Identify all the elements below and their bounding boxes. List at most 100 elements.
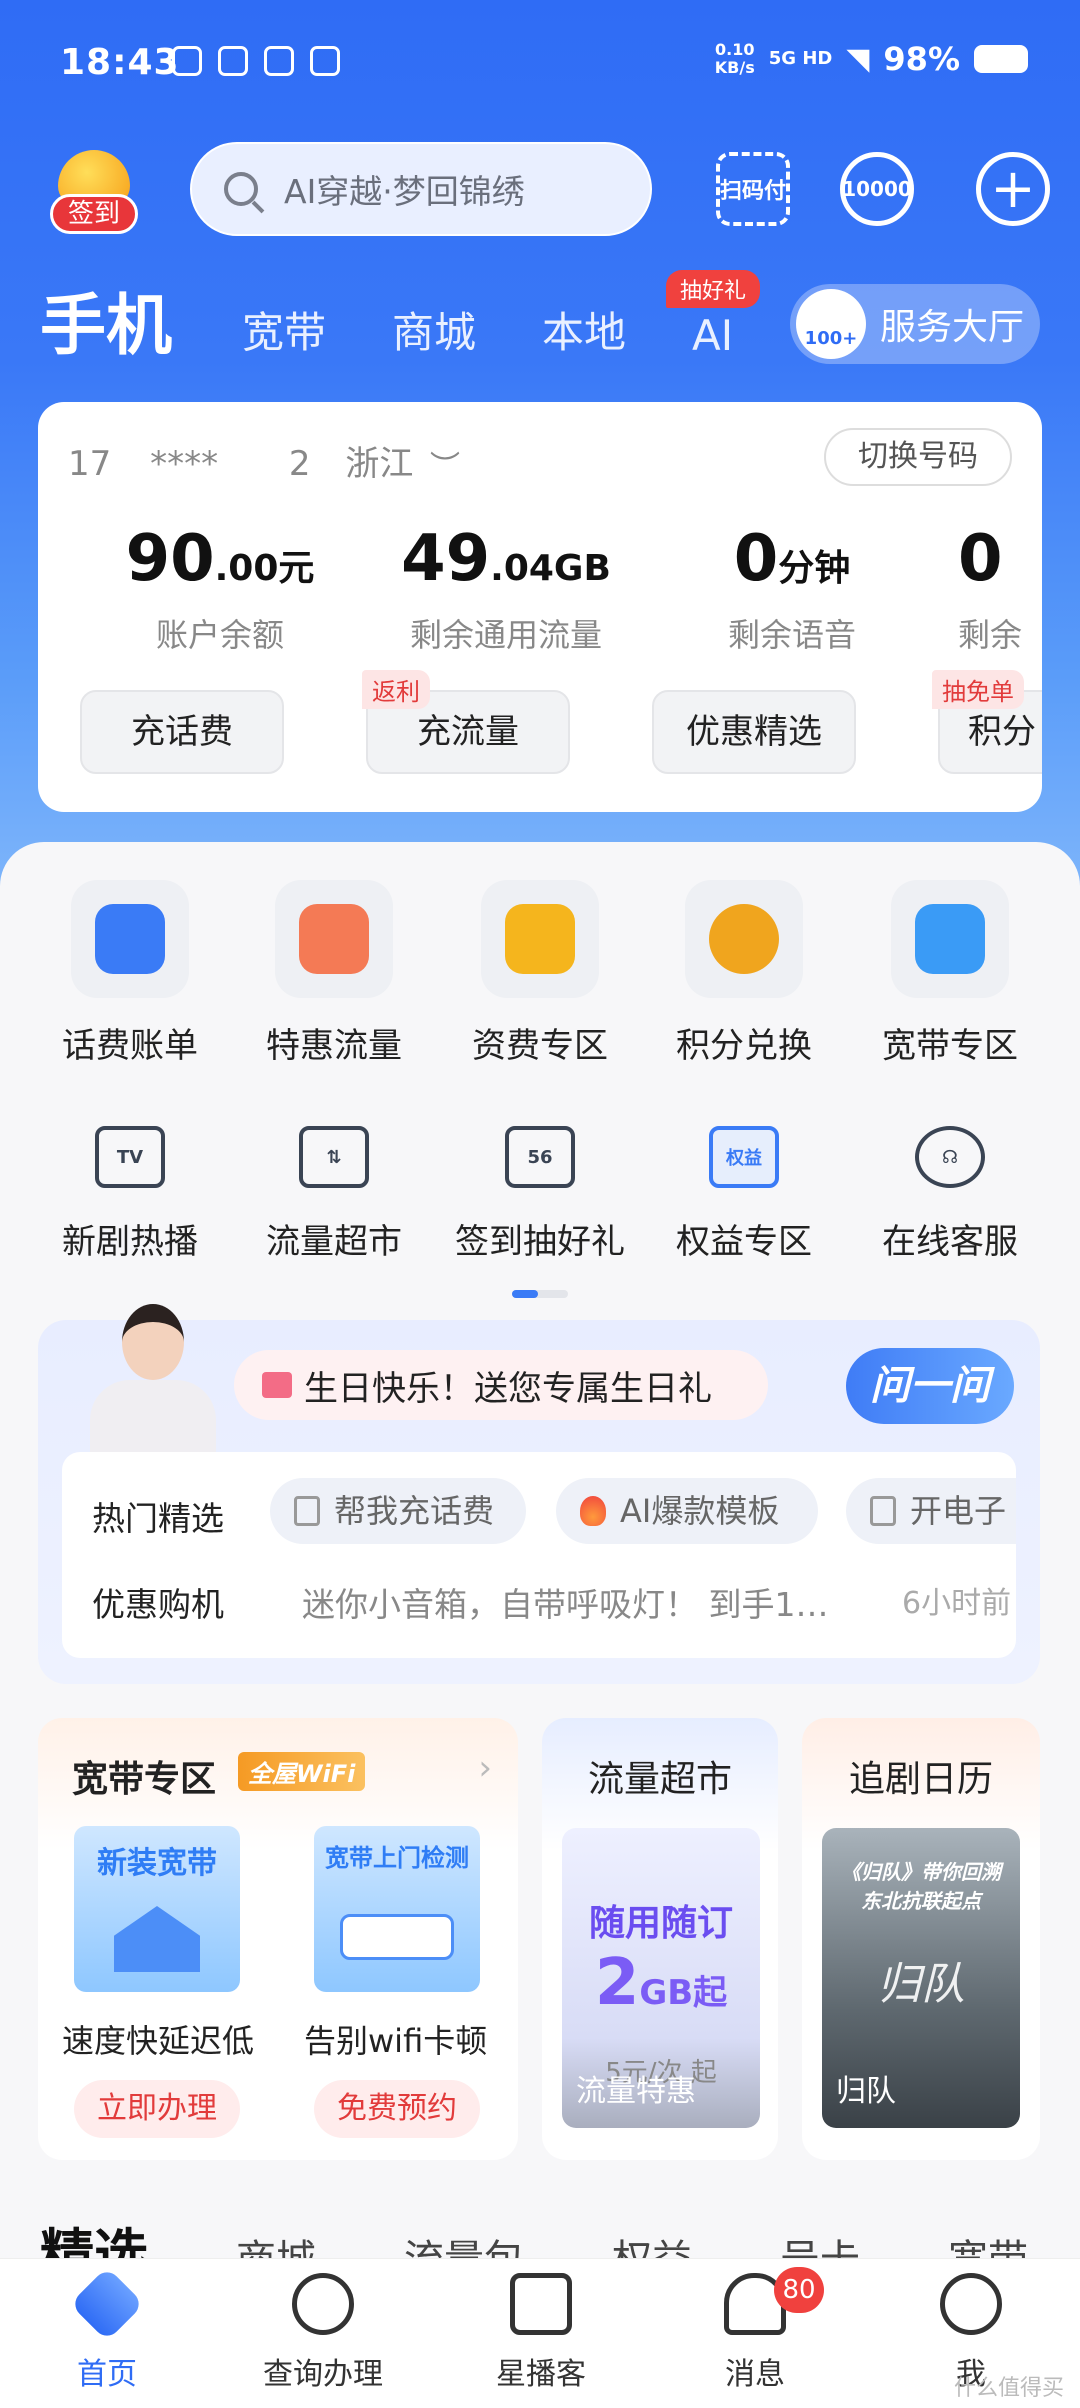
number-mask: **** [150,444,219,484]
tab-ai[interactable]: AI [692,311,733,360]
grid-signin-gift[interactable]: 56 签到抽好礼 [440,1126,640,1263]
switch-number-button[interactable]: 切换号码 [824,428,1012,486]
tab-mall[interactable]: 商城 [392,299,476,360]
account-card: 17 **** 2 浙江 ︶ 切换号码 90.00元 账户余额 49.04GB … [38,402,1042,812]
plus-icon[interactable]: + [976,152,1050,226]
page-indicator [512,1290,568,1298]
balance-label: 账户余额 [155,616,284,654]
chevron-right-icon[interactable]: › [478,1748,492,1788]
number-suffix: 2 [288,444,311,484]
fourth-label: 剩余 [958,616,1023,654]
grid-signin-gift-label: 签到抽好礼 [455,1222,625,1262]
birthday-banner[interactable]: 生日快乐！送您专属生日礼 [234,1350,768,1420]
chip-more[interactable]: 开电子 [846,1478,1016,1544]
grid-points[interactable]: 积分兑换 [644,880,844,1067]
chip-ai-template[interactable]: AI爆款模板 [556,1478,818,1544]
calendar-icon: 56 [505,1126,575,1188]
grid-special-data-label: 特惠流量 [266,1026,402,1066]
service-hall-icon: 100+ [796,289,866,359]
receipt-icon [870,1496,896,1526]
stat-voice[interactable]: 0分钟 剩余语音 [672,522,912,656]
grid-broadband-label: 宽带专区 [882,1026,1018,1066]
number-prefix: 17 [68,444,112,484]
birthday-text: 生日快乐！送您专属生日礼 [304,1368,712,1409]
chip-topup[interactable]: 帮我充话费 [270,1478,526,1544]
broadband-check-title: 宽带上门检测 [325,1844,469,1872]
status-right: 0.10 KB/s 5G HD ◥ 98% [715,40,1028,78]
ai-suggestions-card: 热门精选 帮我充话费 AI爆款模板 开电子 优惠购机 迷你小音箱，自带呼吸灯！ … [62,1452,1016,1658]
house-icon [114,1906,200,1972]
grid-benefits[interactable]: 权益 权益专区 [644,1126,844,1263]
broadband-check-tile[interactable]: 宽带上门检测 [314,1826,480,1992]
message-badge: 80 [774,2267,824,2313]
grid-benefits-label: 权益专区 [676,1222,812,1262]
fourth-value: 0 [958,522,1003,596]
nav-query-label: 查询办理 [263,2357,383,2392]
flow-line1: 随用随订 [588,1903,733,1944]
tab-broadband[interactable]: 宽带 [242,299,326,360]
drama-calendar-card[interactable]: 追剧日历 《归队》带你回溯东北抗联起点 归队 归队 [802,1718,1040,2160]
grid-broadband[interactable]: 宽带专区 [850,880,1050,1067]
data-unit: GB [553,548,611,589]
signin-button[interactable]: 签到 [44,150,144,240]
flow-big: 2 [594,1946,640,2020]
scan-pay-button[interactable]: 扫码付 [716,152,790,226]
fire-icon [580,1496,606,1526]
battery-icon [974,45,1028,73]
grid-customer-service[interactable]: ☊ 在线客服 [850,1126,1050,1263]
tab-local[interactable]: 本地 [542,299,626,360]
nav-messages[interactable]: 消息 80 [680,2267,830,2393]
tab-phone[interactable]: 手机 [40,272,172,368]
store-icon: ⇅ [299,1126,369,1188]
stat-data[interactable]: 49.04GB 剩余通用流量 [386,522,626,656]
data-value: 49 [401,522,491,596]
grid-new-drama[interactable]: TV 新剧热播 [30,1126,230,1263]
stat-balance[interactable]: 90.00元 账户余额 [100,522,340,656]
new-broadband-tile[interactable]: 新装宽带 [74,1826,240,1992]
ask-button[interactable]: 问一问 [846,1348,1014,1424]
signal-icon: 5G HD [768,48,833,69]
stat-fourth[interactable]: 0 剩余 [958,522,1042,656]
status-app-icons [172,46,340,76]
battery-text: 98% [883,40,960,78]
new-broadband-sub: 速度快延迟低 [62,2022,255,2060]
grid-tariff[interactable]: 资费专区 [440,880,640,1067]
deal-text[interactable]: 迷你小音箱，自带呼吸灯！ 到手1… [302,1578,829,1626]
scan-pay-label: 扫码付 [720,179,787,204]
nav-podcast[interactable]: 星播客 [466,2273,616,2393]
ai-tab-badge: 抽好礼 [666,270,761,308]
app-icon [218,46,248,76]
bottom-nav: 首页 查询办理 星播客 消息 80 我 [0,2258,1080,2408]
hotline-button[interactable]: 10000 [840,152,914,226]
deal-label: 优惠购机 [92,1585,224,1624]
apply-now-button[interactable]: 立即办理 [74,2080,240,2138]
balance-value: 90 [125,522,215,596]
drama-caption: 归队 [836,2074,896,2109]
grid-special-data[interactable]: 特惠流量 [234,880,434,1067]
voice-unit: 分钟 [778,548,851,589]
tariff-icon [481,880,599,998]
chip-topup-label: 帮我充话费 [334,1492,495,1530]
data-market-card[interactable]: 流量超市 随用随订 2GB起 5元/次 起 流量特惠 [542,1718,778,2160]
deals-button[interactable]: 优惠精选 [652,690,856,774]
points-icon [685,880,803,998]
free-booking-button[interactable]: 免费预约 [314,2080,480,2138]
grid-bill-label: 话费账单 [62,1026,198,1066]
service-hall-button[interactable]: 100+ 服务大厅 [790,284,1040,364]
bill-icon [71,880,189,998]
grid-bill[interactable]: 话费账单 [30,880,230,1067]
nav-query[interactable]: 查询办理 [248,2273,398,2393]
status-time: 18:43 [60,42,180,83]
phone-number: 17 **** 2 浙江 [68,436,413,485]
receipt-icon [294,1496,320,1526]
nav-home[interactable]: 首页 [32,2266,182,2393]
new-broadband-title: 新装宽带 [97,1846,217,1881]
broadband-check-sub: 告别wifi卡顿 [304,2022,488,2060]
broadband-card: 宽带专区 全屋WiFi › 新装宽带 宽带上门检测 速度快延迟低 告别wifi卡… [38,1718,518,2160]
tv-icon: TV [95,1126,165,1188]
watermark: 什么值得买 [953,2376,1064,2401]
eye-closed-icon[interactable]: ︶ [430,442,460,486]
search-bar[interactable]: AI穿越·梦回锦绣 [190,142,652,236]
topup-phone-button[interactable]: 充话费 [80,690,284,774]
grid-data-market[interactable]: ⇅ 流量超市 [234,1126,434,1263]
